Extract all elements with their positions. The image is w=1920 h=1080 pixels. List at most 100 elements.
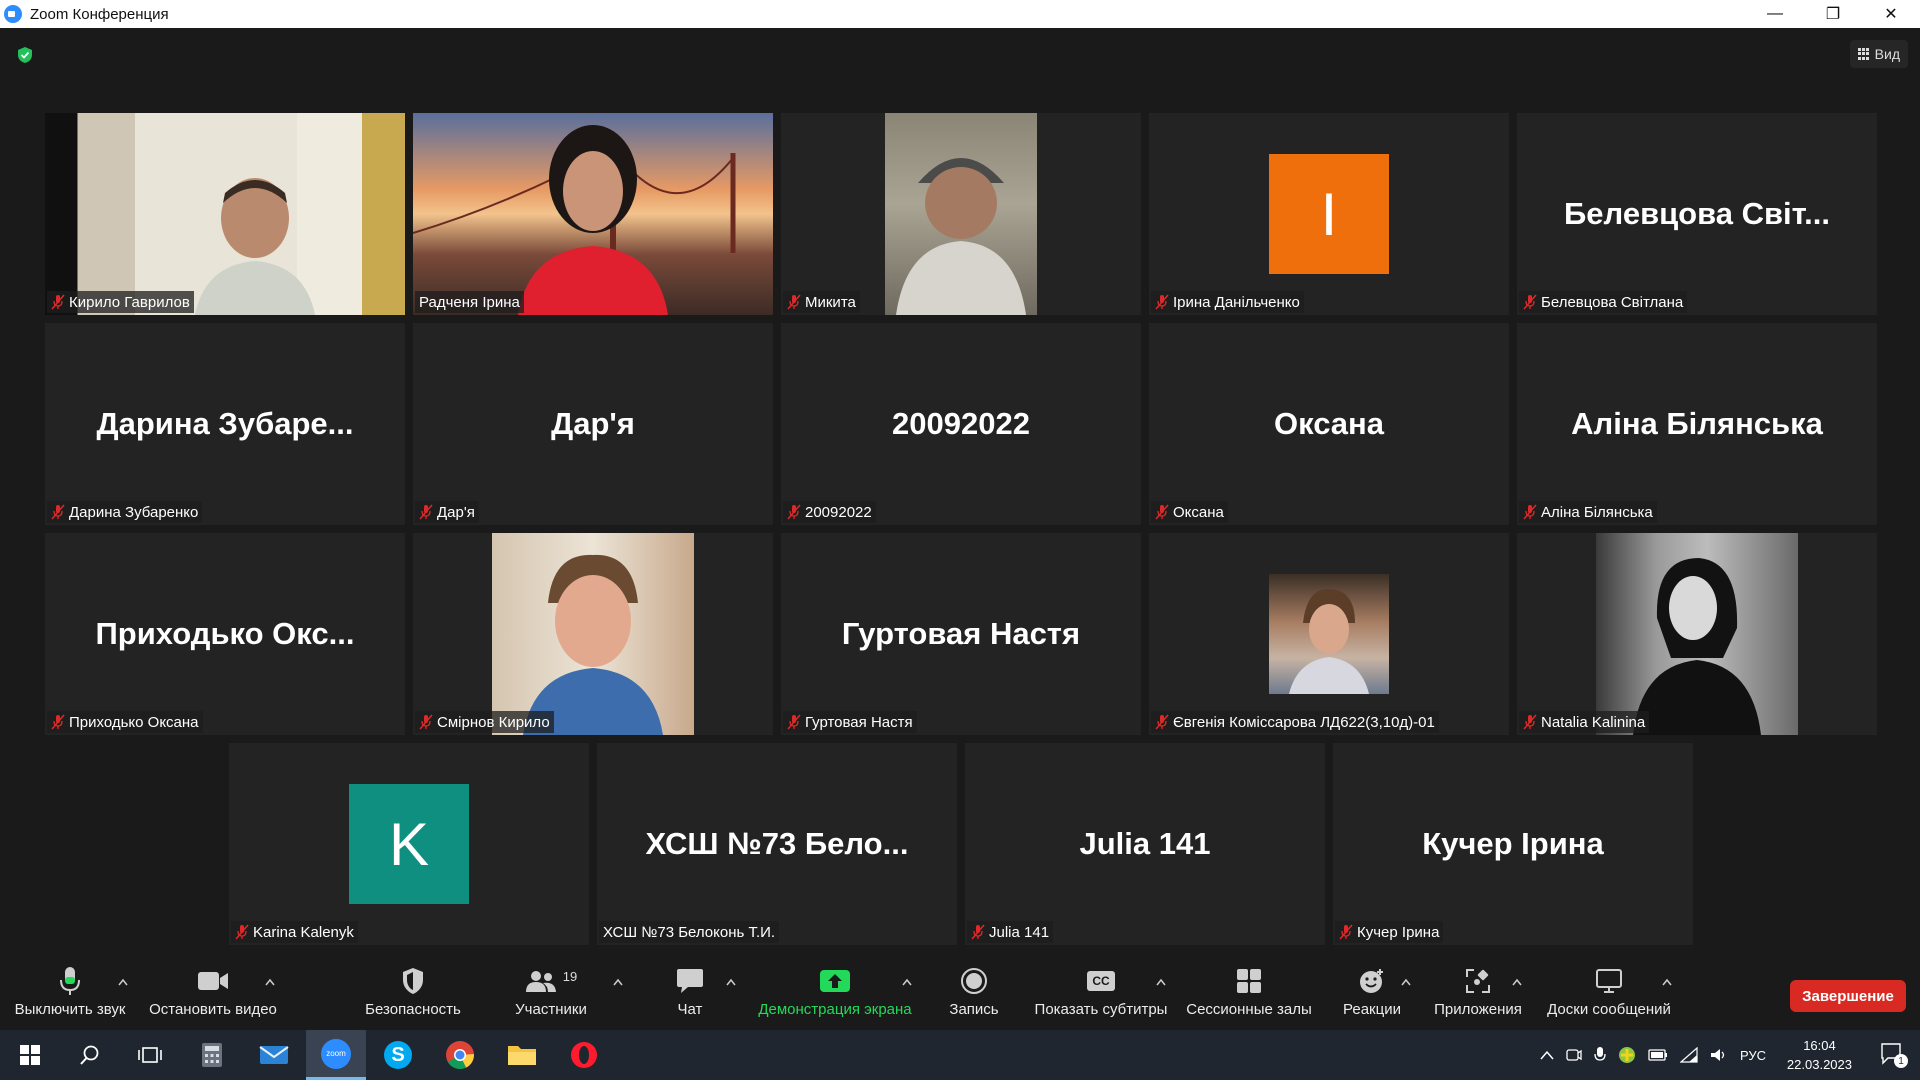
mic-muted-icon (419, 504, 433, 520)
chevron-up-icon[interactable] (1662, 978, 1672, 986)
file-explorer-icon[interactable] (492, 1030, 552, 1080)
chevron-up-icon[interactable] (902, 978, 912, 986)
participant-tile-active-speaker[interactable]: Радченя Ірина (413, 113, 773, 315)
participant-tile[interactable]: Приходько Окс... Приходько Оксана (45, 533, 405, 735)
participant-name: Смірнов Кирило (437, 713, 550, 731)
stop-video-label: Остановить видео (149, 1001, 277, 1018)
participant-name: Natalia Kalinina (1541, 713, 1646, 731)
microphone-tray-icon[interactable] (1594, 1046, 1606, 1064)
chevron-up-icon[interactable] (726, 978, 736, 986)
stop-video-button[interactable]: Остановить видео (148, 964, 278, 1026)
person-silhouette-icon (896, 158, 1026, 315)
record-button[interactable]: Запись (944, 964, 1004, 1026)
participant-tile[interactable]: K Karina Kalenyk (229, 743, 589, 945)
end-meeting-button[interactable]: Завершение (1790, 980, 1906, 1012)
participant-name: Гуртовая Настя (805, 713, 913, 731)
closed-captions-icon: CC (1087, 964, 1115, 998)
meeting-area: Вид Кирило Гаврилов Радченя Ірина Микита… (0, 28, 1920, 958)
shield-icon (401, 964, 425, 998)
reactions-button[interactable]: Реакции (1335, 964, 1409, 1026)
mail-icon[interactable] (244, 1030, 304, 1080)
chevron-up-icon[interactable] (1401, 978, 1411, 986)
windows-taskbar: zoom S РУС 16:04 22.03.2023 1 (0, 1030, 1920, 1080)
notifications-button[interactable]: 1 (1880, 1042, 1908, 1068)
apps-button[interactable]: Приложения (1425, 964, 1531, 1026)
mic-muted-icon (1523, 714, 1537, 730)
calculator-icon[interactable] (182, 1030, 242, 1080)
participant-display-name: Гуртовая Настя (841, 616, 1081, 651)
chevron-up-icon[interactable] (1512, 978, 1522, 986)
participant-tile[interactable]: Микита (781, 113, 1141, 315)
search-icon[interactable] (60, 1030, 120, 1080)
participant-tile[interactable]: Аліна Білянська Аліна Білянська (1517, 323, 1877, 525)
participant-tile[interactable]: Julia 141 Julia 141 (965, 743, 1325, 945)
whiteboards-button[interactable]: Доски сообщений (1538, 964, 1680, 1026)
close-button[interactable]: ✕ (1862, 0, 1920, 28)
zoom-taskbar-icon[interactable]: zoom (306, 1030, 366, 1080)
encryption-shield-icon[interactable] (16, 46, 34, 64)
participant-tile[interactable]: Кирило Гаврилов (45, 113, 405, 315)
opera-icon[interactable] (554, 1030, 614, 1080)
mic-muted-icon (1523, 294, 1537, 310)
breakout-rooms-button[interactable]: Сессионные залы (1184, 964, 1314, 1026)
view-button[interactable]: Вид (1849, 40, 1908, 68)
participants-button[interactable]: 19 Участники (507, 964, 595, 1026)
show-captions-button[interactable]: CC Показать субтитры (1032, 964, 1170, 1026)
participant-display-name: Оксана (1273, 406, 1385, 441)
participant-name: 20092022 (805, 503, 872, 521)
person-silhouette-icon (1633, 558, 1761, 735)
participant-tile[interactable]: ХСШ №73 Бело... ХСШ №73 Белоконь Т.И. (597, 743, 957, 945)
participant-display-name: Дар'я (551, 406, 635, 441)
participant-display-name: Дарина Зубаре... (96, 406, 354, 441)
participant-tile[interactable]: Євгенія Коміссарова ЛД622(3,10д)-01 (1149, 533, 1509, 735)
participant-nameplate: Кирило Гаврилов (47, 291, 194, 313)
participant-name: Белевцова Світлана (1541, 293, 1684, 311)
mute-button[interactable]: Выключить звук (10, 964, 130, 1026)
participant-nameplate: ХСШ №73 Белоконь Т.И. (599, 921, 780, 943)
chevron-up-icon[interactable] (118, 978, 128, 986)
taskbar-clock[interactable]: 16:04 22.03.2023 (1787, 1036, 1852, 1074)
share-screen-label: Демонстрация экрана (758, 1001, 912, 1018)
participant-nameplate: Микита (783, 291, 860, 313)
task-view-icon[interactable] (120, 1030, 180, 1080)
skype-icon[interactable]: S (368, 1030, 428, 1080)
chevron-up-icon[interactable] (1156, 978, 1166, 986)
chevron-up-icon[interactable] (265, 978, 275, 986)
mic-muted-icon (1155, 714, 1169, 730)
minimize-button[interactable]: — (1746, 0, 1804, 28)
share-screen-button[interactable]: Демонстрация экрана (752, 964, 918, 1026)
input-language[interactable]: РУС (1740, 1048, 1766, 1063)
participant-tile[interactable]: Natalia Kalinina (1517, 533, 1877, 735)
participant-tile[interactable]: Белевцова Світ... Белевцова Світлана (1517, 113, 1877, 315)
participant-tile[interactable]: I Ірина Данільченко (1149, 113, 1509, 315)
camera-tray-icon[interactable] (1566, 1047, 1582, 1063)
notification-count-badge: 1 (1894, 1054, 1908, 1068)
mic-muted-icon (419, 714, 433, 730)
security-button[interactable]: Безопасность (358, 964, 468, 1026)
participant-tile[interactable]: Дар'я Дар'я (413, 323, 773, 525)
participant-tile[interactable]: 20092022 20092022 (781, 323, 1141, 525)
participant-tile[interactable]: Дарина Зубаре... Дарина Зубаренко (45, 323, 405, 525)
participant-tile[interactable]: Гуртовая Настя Гуртовая Настя (781, 533, 1141, 735)
chevron-up-icon[interactable] (613, 978, 623, 986)
participant-tile[interactable]: Кучер Ірина Кучер Ірина (1333, 743, 1693, 945)
volume-icon[interactable] (1710, 1047, 1728, 1063)
wifi-icon[interactable] (1680, 1047, 1698, 1063)
chevron-up-icon[interactable] (1540, 1050, 1554, 1060)
windows-start-icon[interactable] (0, 1030, 60, 1080)
participant-tile[interactable]: Оксана Оксана (1149, 323, 1509, 525)
participants-count: 19 (562, 968, 578, 984)
battery-icon[interactable] (1648, 1049, 1668, 1061)
participant-nameplate: Смірнов Кирило (415, 711, 554, 733)
participant-nameplate: Дар'я (415, 501, 479, 523)
whiteboard-icon (1595, 964, 1623, 998)
chat-button[interactable]: Чат (660, 964, 720, 1026)
participant-display-name: Аліна Білянська (1571, 406, 1823, 441)
participant-nameplate: Ірина Данільченко (1151, 291, 1304, 313)
app-tray-icon[interactable] (1618, 1046, 1636, 1064)
restore-button[interactable]: ❐ (1804, 0, 1862, 28)
avatar-letter: K (388, 810, 430, 878)
participant-tile[interactable]: Смірнов Кирило (413, 533, 773, 735)
chrome-icon[interactable] (430, 1030, 490, 1080)
participant-nameplate: Гуртовая Настя (783, 711, 917, 733)
